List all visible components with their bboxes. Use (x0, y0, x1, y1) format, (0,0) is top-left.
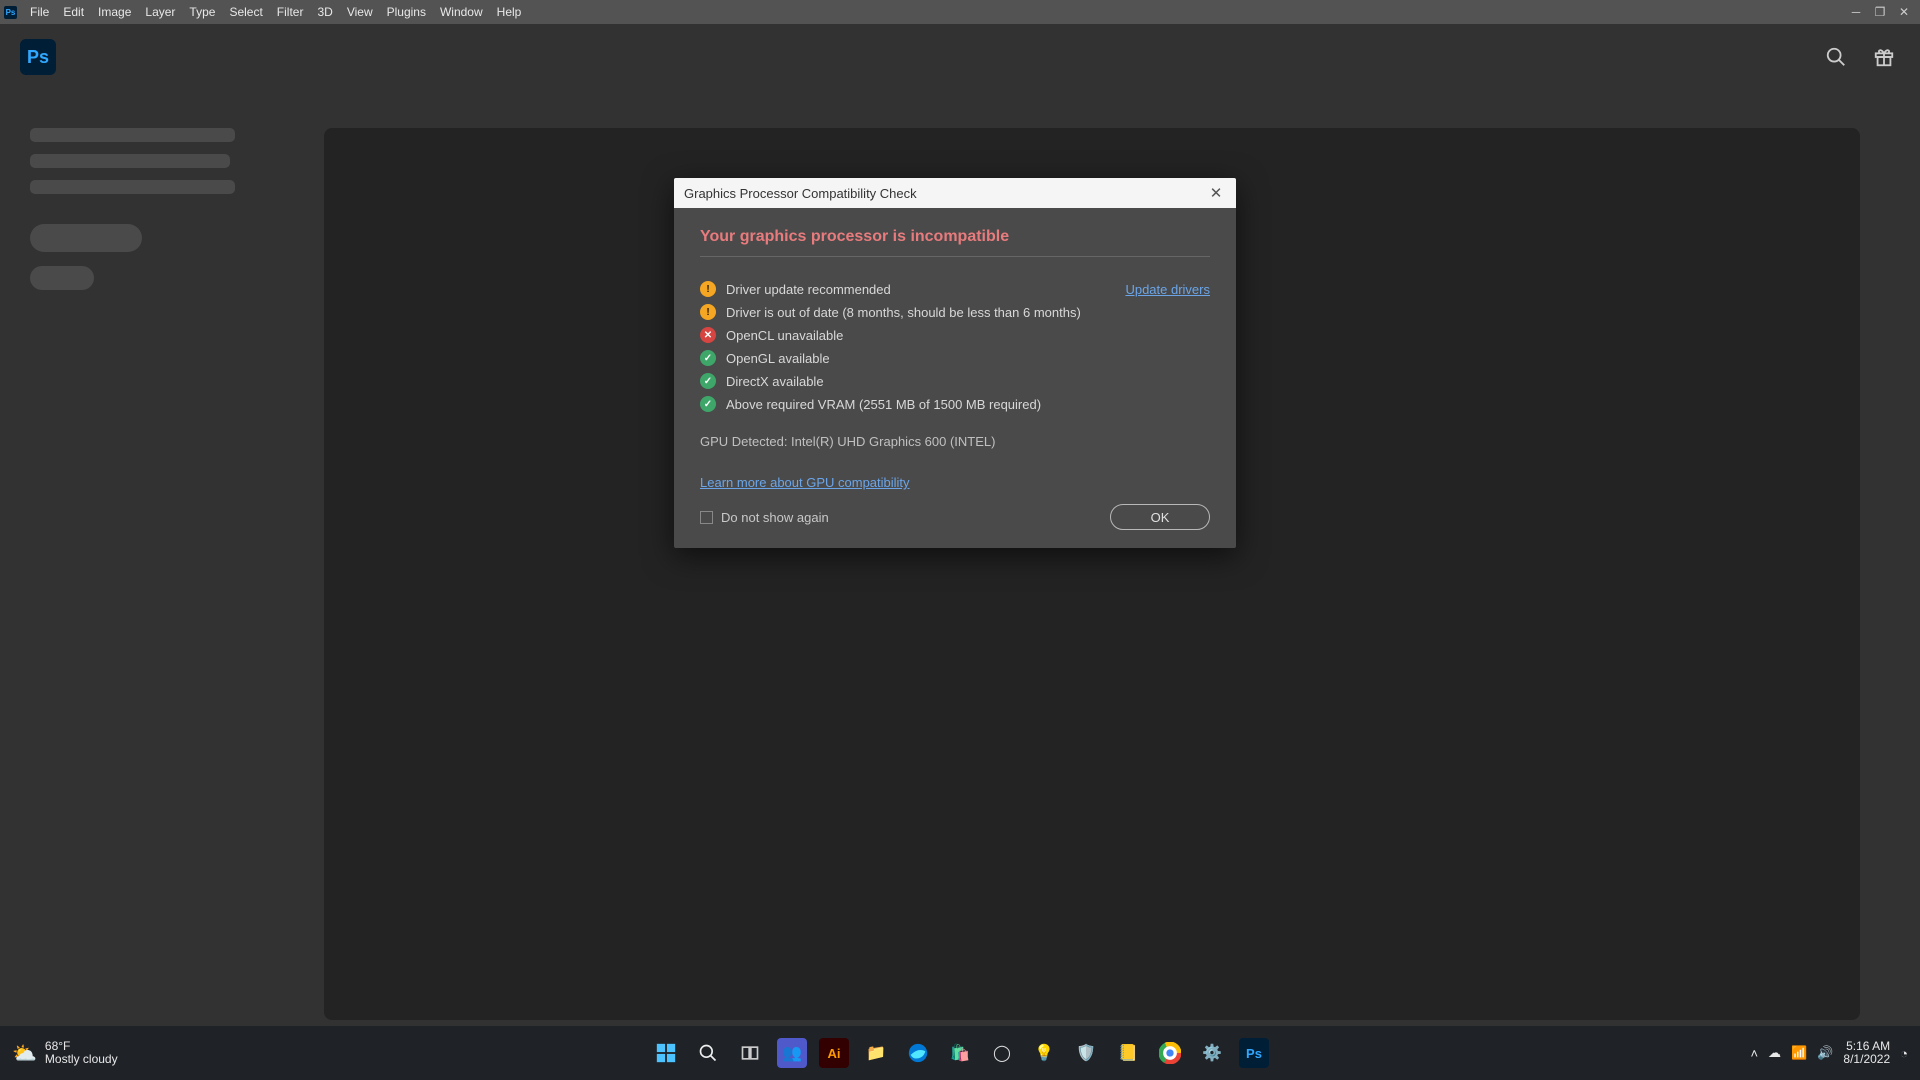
check-row-driver-update: ! Driver update recommended Update drive… (700, 281, 1210, 297)
check-row-directx: ✓ DirectX available (700, 373, 1210, 389)
gpu-compat-dialog: Graphics Processor Compatibility Check ✕… (674, 178, 1236, 548)
close-icon[interactable]: ✕ (1206, 184, 1226, 202)
check-row-opengl: ✓ OpenGL available (700, 350, 1210, 366)
gift-icon[interactable] (1868, 41, 1900, 73)
close-button[interactable]: ✕ (1892, 3, 1916, 21)
explorer-icon[interactable]: 📁 (861, 1038, 891, 1068)
check-text: Driver is out of date (8 months, should … (726, 305, 1210, 320)
check-row-vram: ✓ Above required VRAM (2551 MB of 1500 M… (700, 396, 1210, 412)
app-icon-1[interactable]: ◯ (987, 1038, 1017, 1068)
start-button[interactable] (651, 1038, 681, 1068)
weather-icon: ⛅ (12, 1041, 37, 1066)
menu-window[interactable]: Window (433, 5, 490, 19)
check-icon: ✓ (700, 350, 716, 366)
menu-edit[interactable]: Edit (56, 5, 91, 19)
search-icon[interactable] (1820, 41, 1852, 73)
check-icon: ✓ (700, 373, 716, 389)
menu-help[interactable]: Help (490, 5, 529, 19)
tray-date: 8/1/2022 (1843, 1053, 1890, 1066)
ps-logo-icon: Ps (20, 39, 56, 75)
dialog-title-text: Graphics Processor Compatibility Check (684, 186, 1206, 201)
ps-corner-icon: Ps (4, 6, 17, 19)
menu-type[interactable]: Type (182, 5, 222, 19)
menu-image[interactable]: Image (91, 5, 138, 19)
menu-view[interactable]: View (340, 5, 380, 19)
menu-plugins[interactable]: Plugins (380, 5, 433, 19)
check-text: Driver update recommended (726, 282, 1125, 297)
tray-notifications-icon[interactable]: ◔ (1900, 1046, 1908, 1061)
app-header: Ps (0, 24, 1920, 90)
dialog-titlebar: Graphics Processor Compatibility Check ✕ (674, 178, 1236, 208)
minimize-button[interactable]: ─ (1844, 3, 1868, 21)
home-sidebar (30, 128, 250, 302)
weather-widget[interactable]: ⛅ 68°F Mostly cloudy (12, 1040, 118, 1066)
mcafee-icon[interactable]: 🛡️ (1071, 1038, 1101, 1068)
store-icon[interactable]: 🛍️ (945, 1038, 975, 1068)
chrome-icon[interactable] (1155, 1038, 1185, 1068)
dns-label: Do not show again (721, 510, 829, 525)
illustrator-icon[interactable]: Ai (819, 1038, 849, 1068)
placeholder-pill (30, 224, 142, 252)
weather-desc: Mostly cloudy (45, 1053, 118, 1066)
warning-icon: ! (700, 304, 716, 320)
edge-icon[interactable] (903, 1038, 933, 1068)
check-row-opencl: ✕ OpenCL unavailable (700, 327, 1210, 343)
menu-3d[interactable]: 3D (310, 5, 339, 19)
tray-clock[interactable]: 5:16 AM 8/1/2022 (1843, 1040, 1890, 1066)
menu-filter[interactable]: Filter (270, 5, 311, 19)
windows-taskbar: ⛅ 68°F Mostly cloudy 👥 Ai 📁 🛍️ ◯ 💡 🛡️ 📒 … (0, 1026, 1920, 1080)
menu-layer[interactable]: Layer (138, 5, 182, 19)
warning-icon: ! (700, 281, 716, 297)
update-drivers-link[interactable]: Update drivers (1125, 282, 1210, 297)
task-view-icon[interactable] (735, 1038, 765, 1068)
restore-button[interactable]: ❐ (1868, 3, 1892, 21)
taskbar-center: 👥 Ai 📁 🛍️ ◯ 💡 🛡️ 📒 ⚙️ Ps (651, 1038, 1269, 1068)
menu-file[interactable]: File (23, 5, 56, 19)
taskbar-search-icon[interactable] (693, 1038, 723, 1068)
menu-select[interactable]: Select (222, 5, 269, 19)
placeholder-line (30, 180, 235, 194)
check-text: DirectX available (726, 374, 1210, 389)
photoshop-taskbar-icon[interactable]: Ps (1239, 1038, 1269, 1068)
tray-volume-icon[interactable]: 🔊 (1817, 1045, 1833, 1061)
gpu-detected-line: GPU Detected: Intel(R) UHD Graphics 600 … (700, 434, 1210, 449)
tray-onedrive-icon[interactable]: ☁ (1768, 1045, 1781, 1061)
tray-chevron-icon[interactable]: ˄ (1750, 1046, 1758, 1061)
placeholder-line (30, 154, 230, 168)
dialog-headline: Your graphics processor is incompatible (700, 228, 1210, 257)
settings-icon[interactable]: ⚙️ (1197, 1038, 1227, 1068)
check-icon: ✓ (700, 396, 716, 412)
check-text: OpenGL available (726, 351, 1210, 366)
placeholder-pill (30, 266, 94, 290)
app-icon-2[interactable]: 💡 (1029, 1038, 1059, 1068)
menubar: Ps File Edit Image Layer Type Select Fil… (0, 0, 1920, 24)
check-text: OpenCL unavailable (726, 328, 1210, 343)
system-tray: ˄ ☁ 📶 🔊 5:16 AM 8/1/2022 ◔ (1750, 1040, 1908, 1066)
placeholder-line (30, 128, 235, 142)
learn-more-link[interactable]: Learn more about GPU compatibility (700, 475, 910, 490)
dns-checkbox[interactable] (700, 511, 713, 524)
app-icon-3[interactable]: 📒 (1113, 1038, 1143, 1068)
teams-icon[interactable]: 👥 (777, 1038, 807, 1068)
ok-button[interactable]: OK (1110, 504, 1210, 530)
do-not-show-again[interactable]: Do not show again (700, 510, 829, 525)
tray-wifi-icon[interactable]: 📶 (1791, 1045, 1807, 1061)
check-row-driver-date: ! Driver is out of date (8 months, shoul… (700, 304, 1210, 320)
check-text: Above required VRAM (2551 MB of 1500 MB … (726, 397, 1210, 412)
error-icon: ✕ (700, 327, 716, 343)
